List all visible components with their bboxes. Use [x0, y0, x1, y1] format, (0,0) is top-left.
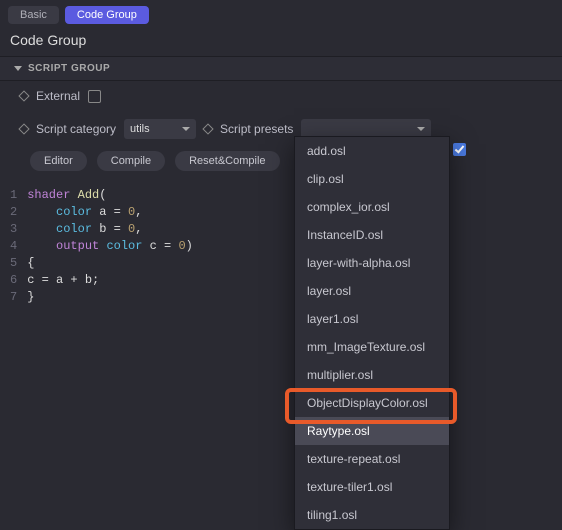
keyable-icon[interactable]	[18, 90, 29, 101]
tab-bar: Basic Code Group	[0, 0, 562, 26]
reset-compile-button[interactable]: Reset&Compile	[175, 151, 279, 171]
dropdown-item[interactable]: ObjectDisplayColor.osl	[295, 389, 449, 417]
category-value: utils	[130, 123, 150, 135]
dropdown-item[interactable]: InstanceID.osl	[295, 221, 449, 249]
presets-dropdown: add.oslclip.oslcomplex_ior.oslInstanceID…	[294, 136, 450, 530]
keyable-icon[interactable]	[18, 123, 29, 134]
section-header-script-group[interactable]: SCRIPT GROUP	[0, 56, 562, 81]
dropdown-item[interactable]: layer-with-alpha.osl	[295, 249, 449, 277]
compile-button[interactable]: Compile	[97, 151, 165, 171]
category-select[interactable]: utils	[124, 119, 196, 139]
dropdown-item[interactable]: tiling1.osl	[295, 501, 449, 529]
category-label: Script category	[36, 122, 116, 136]
dropdown-item[interactable]: texture-tiler1.osl	[295, 473, 449, 501]
tab-code-group[interactable]: Code Group	[65, 6, 149, 24]
dropdown-item[interactable]: mm_ImageTexture.osl	[295, 333, 449, 361]
chevron-down-icon	[417, 127, 425, 131]
dropdown-item[interactable]: multiplier.osl	[295, 361, 449, 389]
row-category-presets: Script category utils Script presets	[0, 111, 562, 147]
code-editor[interactable]: 1234567 shader Add( color a = 0, color b…	[10, 187, 552, 306]
code-content[interactable]: shader Add( color a = 0, color b = 0, ou…	[27, 187, 193, 306]
external-checkbox[interactable]	[88, 90, 101, 103]
tab-basic[interactable]: Basic	[8, 6, 59, 24]
option-checkbox[interactable]	[453, 143, 466, 156]
panel-title: Code Group	[0, 26, 562, 56]
dropdown-item[interactable]: clip.osl	[295, 165, 449, 193]
dropdown-item[interactable]: Raytype.osl	[295, 417, 449, 445]
section-title: SCRIPT GROUP	[28, 63, 110, 74]
row-external: External	[0, 81, 562, 111]
external-label: External	[36, 89, 80, 103]
dropdown-item[interactable]: layer1.osl	[295, 305, 449, 333]
presets-label: Script presets	[220, 122, 293, 136]
dropdown-item[interactable]: complex_ior.osl	[295, 193, 449, 221]
line-gutter: 1234567	[10, 187, 27, 306]
chevron-down-icon	[14, 66, 22, 71]
dropdown-item[interactable]: texture-repeat.osl	[295, 445, 449, 473]
chevron-down-icon	[182, 127, 190, 131]
editor-button[interactable]: Editor	[30, 151, 87, 171]
keyable-icon[interactable]	[202, 123, 213, 134]
dropdown-item[interactable]: add.osl	[295, 137, 449, 165]
dropdown-item[interactable]: layer.osl	[295, 277, 449, 305]
button-row: Editor Compile Reset&Compile	[0, 147, 562, 181]
